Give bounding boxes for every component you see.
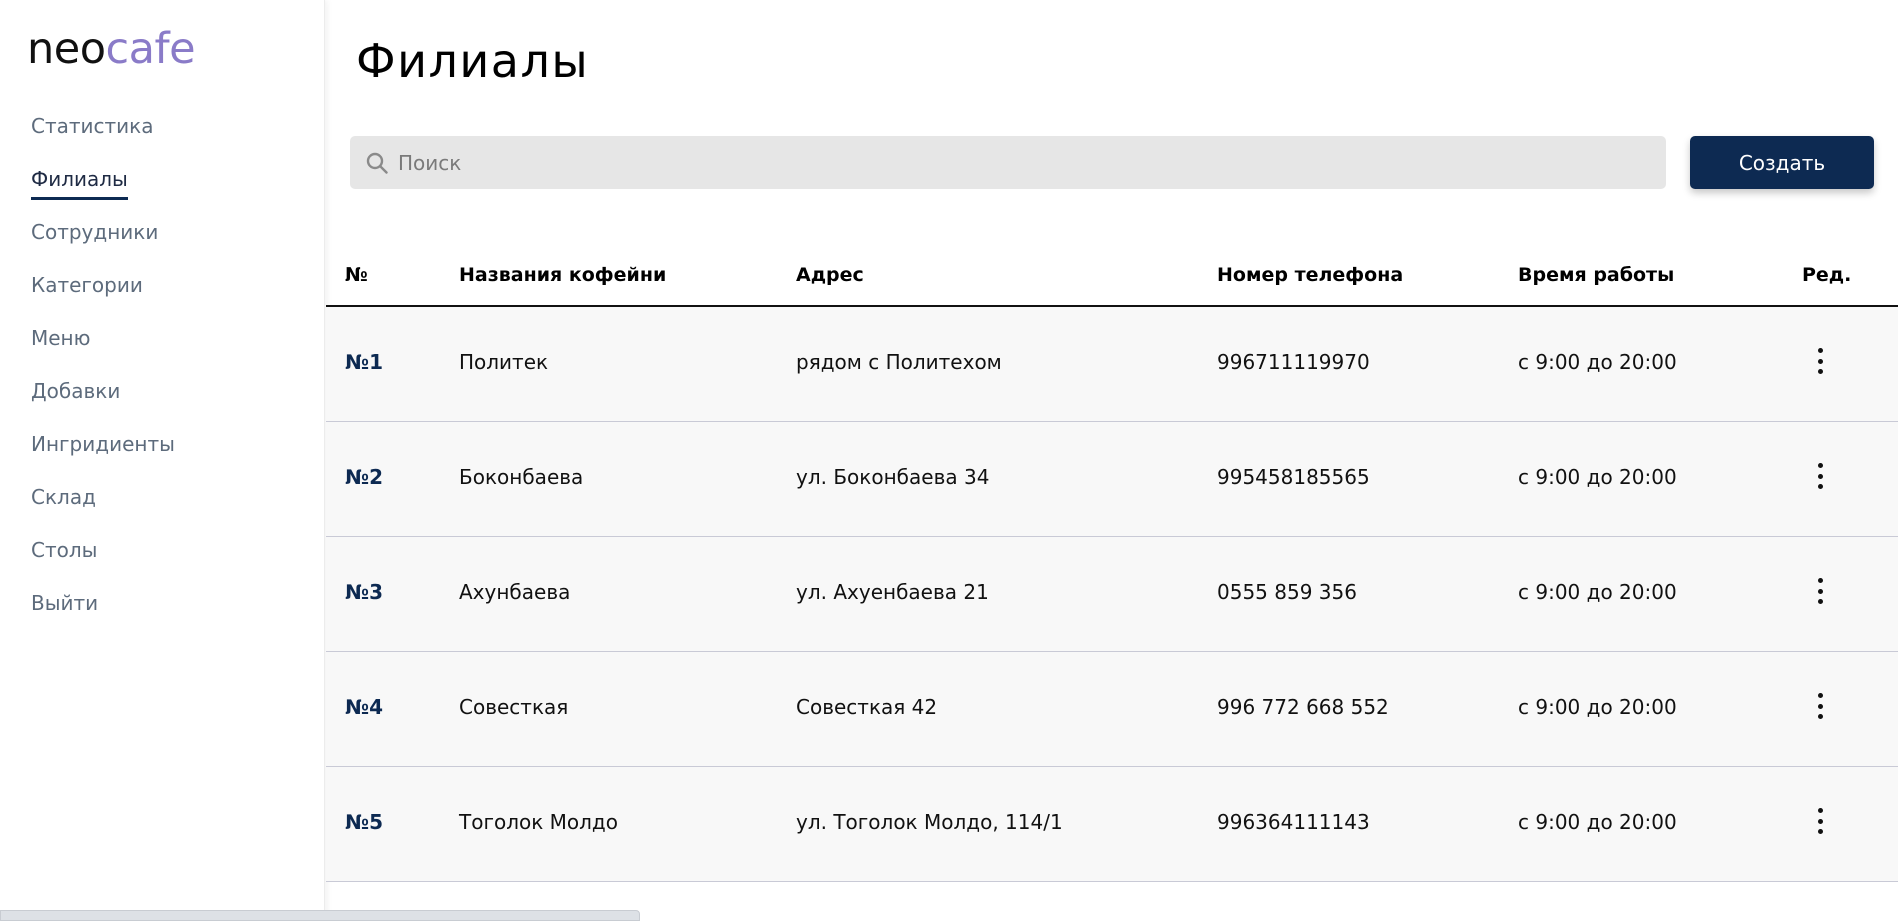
more-options-icon[interactable] bbox=[1810, 690, 1830, 722]
table-row: №1 Политек рядом с Политехом 99671111997… bbox=[326, 307, 1898, 422]
sidebar-item-logout[interactable]: Выйти bbox=[31, 587, 175, 640]
more-options-icon[interactable] bbox=[1810, 460, 1830, 492]
sidebar-item-branches[interactable]: Филиалы bbox=[31, 163, 175, 216]
cell-hours: с 9:00 до 20:00 bbox=[1518, 465, 1677, 489]
sidebar-item-label[interactable]: Категории bbox=[31, 269, 143, 303]
logo-part-cafe: cafe bbox=[105, 24, 196, 74]
logo-part-neo: neo bbox=[27, 24, 106, 74]
sidebar-item-employees[interactable]: Сотрудники bbox=[31, 216, 175, 269]
cell-address: ул. Тоголок Молдо, 114/1 bbox=[796, 810, 1063, 834]
cell-hours: с 9:00 до 20:00 bbox=[1518, 810, 1677, 834]
cell-name: Совесткая bbox=[459, 695, 569, 719]
column-header-address: Адрес bbox=[796, 264, 864, 286]
sidebar-item-menu[interactable]: Меню bbox=[31, 322, 175, 375]
table-header: № Названия кофейни Адрес Номер телефона … bbox=[326, 248, 1898, 307]
sidebar-item-label[interactable]: Сотрудники bbox=[31, 216, 158, 250]
cell-address: Совесткая 42 bbox=[796, 695, 938, 719]
browser-status-bar bbox=[0, 910, 640, 921]
cell-hours: с 9:00 до 20:00 bbox=[1518, 350, 1677, 374]
cell-name: Тоголок Молдо bbox=[459, 810, 618, 834]
cell-address: ул. Ахуенбаева 21 bbox=[796, 580, 989, 604]
more-options-icon[interactable] bbox=[1810, 575, 1830, 607]
create-button[interactable]: Создать bbox=[1690, 136, 1874, 189]
sidebar-item-label[interactable]: Столы bbox=[31, 534, 97, 568]
page-title: Филиалы bbox=[356, 34, 590, 88]
branches-table: № Названия кофейни Адрес Номер телефона … bbox=[326, 248, 1898, 882]
sidebar-item-ingredients[interactable]: Ингридиенты bbox=[31, 428, 175, 481]
table-row: №4 Совесткая Совесткая 42 996 772 668 55… bbox=[326, 652, 1898, 767]
sidebar-item-categories[interactable]: Категории bbox=[31, 269, 175, 322]
table-row: №3 Ахунбаева ул. Ахуенбаева 21 0555 859 … bbox=[326, 537, 1898, 652]
sidebar-item-label[interactable]: Филиалы bbox=[31, 163, 128, 200]
cell-hours: с 9:00 до 20:00 bbox=[1518, 580, 1677, 604]
cell-phone: 996711119970 bbox=[1217, 350, 1370, 374]
table-row: №2 Боконбаева ул. Боконбаева 34 99545818… bbox=[326, 422, 1898, 537]
more-options-icon[interactable] bbox=[1810, 805, 1830, 837]
more-options-icon[interactable] bbox=[1810, 345, 1830, 377]
sidebar-item-statistics[interactable]: Статистика bbox=[31, 110, 175, 163]
search-input[interactable] bbox=[398, 136, 1648, 189]
sidebar-nav: Статистика Филиалы Сотрудники Категории … bbox=[31, 110, 175, 640]
sidebar-item-warehouse[interactable]: Склад bbox=[31, 481, 175, 534]
cell-phone: 996364111143 bbox=[1217, 810, 1370, 834]
column-header-phone: Номер телефона bbox=[1217, 264, 1404, 286]
cell-name: Ахунбаева bbox=[459, 580, 571, 604]
neocafe-logo[interactable]: neocafe bbox=[27, 28, 196, 71]
cell-number: №2 bbox=[345, 465, 383, 489]
sidebar-item-addons[interactable]: Добавки bbox=[31, 375, 175, 428]
sidebar-item-label[interactable]: Статистика bbox=[31, 110, 154, 144]
cell-phone: 996 772 668 552 bbox=[1217, 695, 1389, 719]
sidebar-item-tables[interactable]: Столы bbox=[31, 534, 175, 587]
cell-number: №4 bbox=[345, 695, 383, 719]
column-header-edit: Ред. bbox=[1802, 264, 1852, 286]
cell-name: Политек bbox=[459, 350, 549, 374]
column-header-name: Названия кофейни bbox=[459, 264, 667, 286]
sidebar-item-label[interactable]: Выйти bbox=[31, 587, 98, 621]
search-bar[interactable] bbox=[350, 136, 1666, 189]
sidebar: neocafe Статистика Филиалы Сотрудники Ка… bbox=[0, 0, 325, 921]
column-header-number: № bbox=[345, 264, 368, 286]
cell-number: №1 bbox=[345, 350, 383, 374]
sidebar-item-label[interactable]: Меню bbox=[31, 322, 90, 356]
cell-number: №3 bbox=[345, 580, 383, 604]
table-row: №5 Тоголок Молдо ул. Тоголок Молдо, 114/… bbox=[326, 767, 1898, 882]
cell-number: №5 bbox=[345, 810, 383, 834]
sidebar-item-label[interactable]: Добавки bbox=[31, 375, 120, 409]
search-icon bbox=[366, 152, 388, 174]
cell-phone: 0555 859 356 bbox=[1217, 580, 1357, 604]
column-header-hours: Время работы bbox=[1518, 264, 1675, 286]
cell-phone: 995458185565 bbox=[1217, 465, 1370, 489]
sidebar-item-label[interactable]: Ингридиенты bbox=[31, 428, 175, 462]
cell-name: Боконбаева bbox=[459, 465, 584, 489]
cell-address: рядом с Политехом bbox=[796, 350, 1002, 374]
cell-hours: с 9:00 до 20:00 bbox=[1518, 695, 1677, 719]
cell-address: ул. Боконбаева 34 bbox=[796, 465, 990, 489]
main-content: Филиалы Создать № Названия кофейни Адрес… bbox=[326, 0, 1898, 921]
sidebar-item-label[interactable]: Склад bbox=[31, 481, 96, 515]
